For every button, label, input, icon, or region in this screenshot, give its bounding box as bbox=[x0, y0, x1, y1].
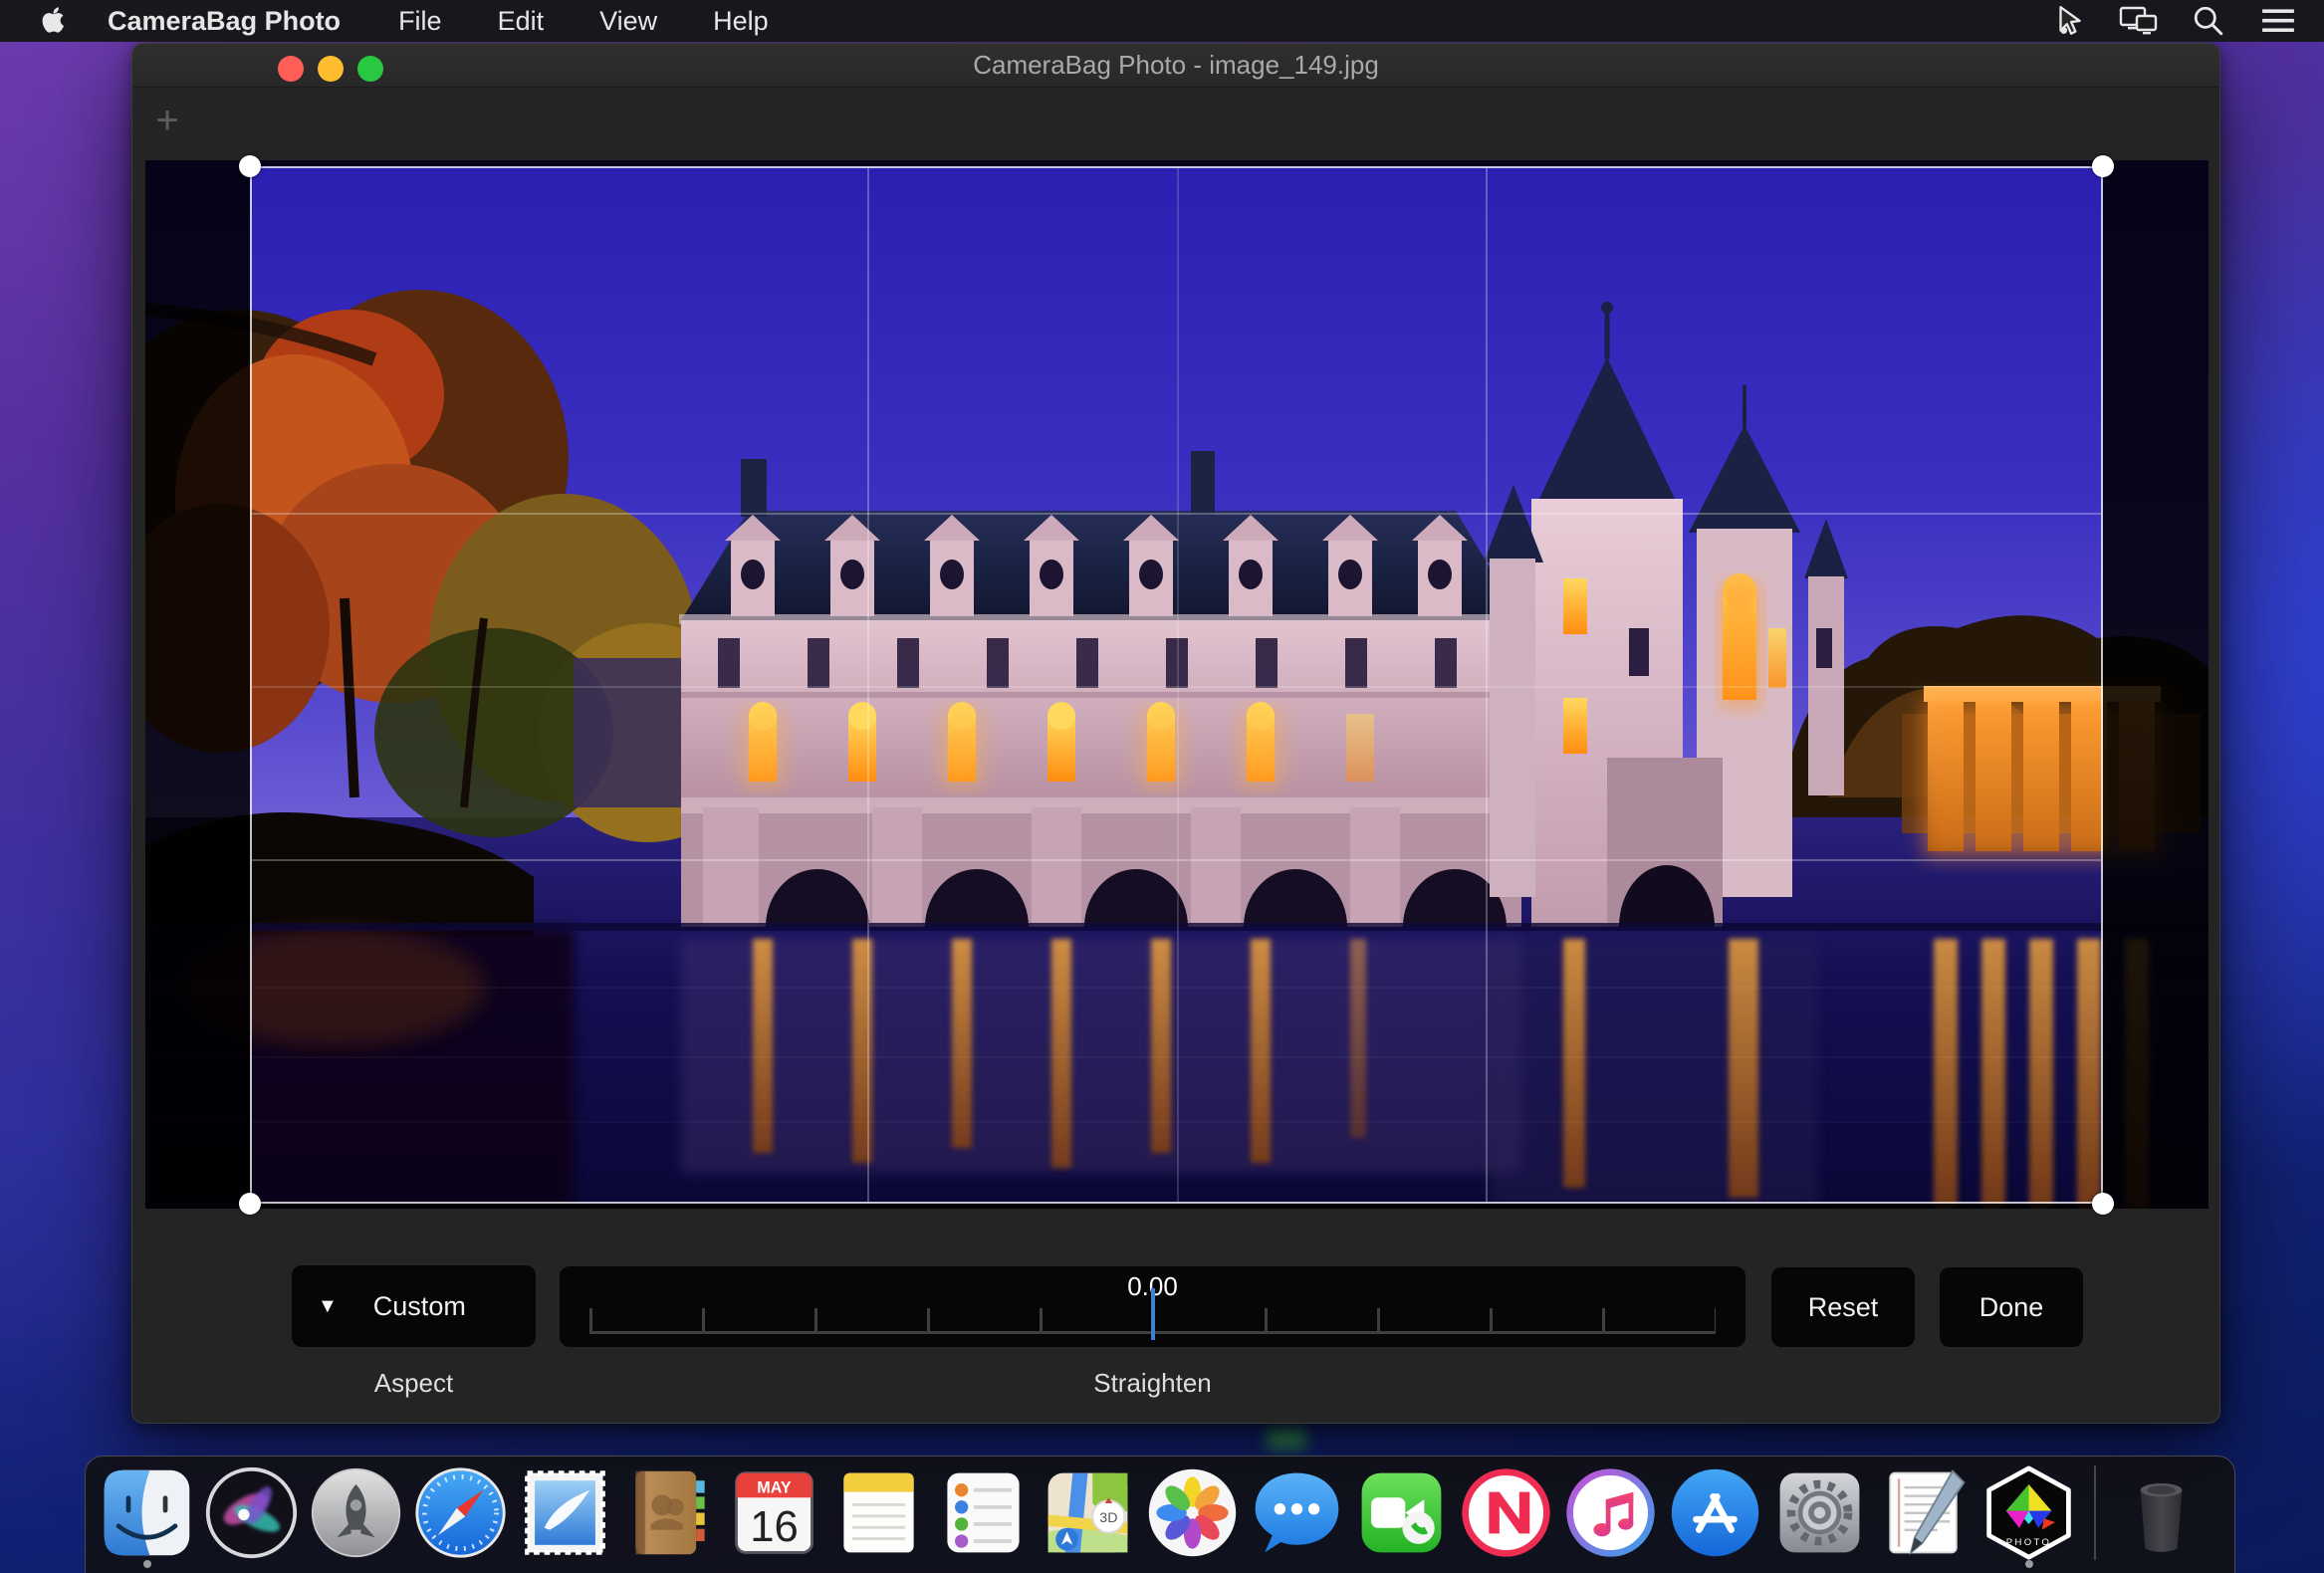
dock-item-finder[interactable] bbox=[100, 1465, 194, 1560]
itunes-icon bbox=[1563, 1465, 1658, 1560]
window-title: CameraBag Photo - image_149.jpg bbox=[973, 50, 1379, 81]
crop-handle-top-left[interactable] bbox=[239, 155, 261, 177]
crop-handle-bottom-right[interactable] bbox=[2092, 1193, 2114, 1215]
wallpaper-green-streak bbox=[1267, 1428, 1306, 1450]
add-image-button[interactable]: + bbox=[150, 106, 184, 139]
grid-line-vertical-center bbox=[1177, 168, 1179, 1202]
photo-canvas[interactable] bbox=[145, 160, 2208, 1209]
dock-item-reminders[interactable] bbox=[936, 1465, 1031, 1560]
dock-item-itunes[interactable] bbox=[1563, 1465, 1658, 1560]
camerabag-photo-icon: PHOTO bbox=[1981, 1465, 2076, 1560]
minimize-button[interactable] bbox=[318, 56, 344, 82]
dock-item-messages[interactable] bbox=[1250, 1465, 1344, 1560]
straighten-label: Straighten bbox=[560, 1368, 1745, 1399]
dock-item-mail[interactable] bbox=[518, 1465, 612, 1560]
dock-separator bbox=[2094, 1465, 2096, 1560]
textedit-icon bbox=[1877, 1465, 1972, 1560]
zoom-button[interactable] bbox=[357, 56, 383, 82]
svg-text:3D: 3D bbox=[1099, 1510, 1117, 1526]
aspect-dropdown[interactable]: ▼ Custom bbox=[292, 1265, 536, 1347]
grid-line-vertical-2 bbox=[1486, 168, 1488, 1202]
title-bar[interactable]: CameraBag Photo - image_149.jpg bbox=[132, 44, 2219, 88]
facetime-icon bbox=[1354, 1465, 1449, 1560]
notes-icon bbox=[831, 1465, 926, 1560]
menu-file[interactable]: File bbox=[370, 0, 470, 42]
launchpad-icon bbox=[309, 1465, 403, 1560]
svg-text:PHOTO: PHOTO bbox=[2006, 1537, 2051, 1548]
dock: MAY 16 3D bbox=[85, 1456, 2235, 1573]
done-button[interactable]: Done bbox=[1940, 1267, 2083, 1347]
dock-item-app-store[interactable] bbox=[1668, 1465, 1762, 1560]
mail-icon bbox=[518, 1465, 612, 1560]
menu-view[interactable]: View bbox=[572, 0, 685, 42]
dock-item-launchpad[interactable] bbox=[309, 1465, 403, 1560]
svg-text:MAY: MAY bbox=[757, 1479, 792, 1497]
aspect-label: Aspect bbox=[292, 1368, 536, 1399]
dock-item-photos[interactable] bbox=[1145, 1465, 1240, 1560]
dock-item-notes[interactable] bbox=[831, 1465, 926, 1560]
dock-item-camerabag-photo[interactable]: PHOTO bbox=[1981, 1465, 2076, 1560]
close-button[interactable] bbox=[278, 56, 304, 82]
apple-logo-icon[interactable] bbox=[32, 6, 78, 36]
crop-shade-bottom bbox=[250, 1204, 2103, 1209]
dock-item-system-preferences[interactable] bbox=[1772, 1465, 1867, 1560]
displays-icon[interactable] bbox=[2119, 3, 2159, 39]
dock-item-maps[interactable]: 3D bbox=[1041, 1465, 1135, 1560]
reset-button[interactable]: Reset bbox=[1771, 1267, 1915, 1347]
aspect-value: Custom bbox=[373, 1291, 466, 1322]
notification-center-icon[interactable] bbox=[2258, 3, 2298, 39]
spotlight-search-icon[interactable] bbox=[2189, 3, 2228, 39]
dock-item-calendar[interactable]: MAY 16 bbox=[727, 1465, 821, 1560]
app-window: CameraBag Photo - image_149.jpg + bbox=[131, 43, 2220, 1424]
cursor-icon[interactable] bbox=[2049, 3, 2089, 39]
crop-shade-left bbox=[145, 160, 250, 1209]
safari-icon bbox=[413, 1465, 508, 1560]
news-icon bbox=[1459, 1465, 1553, 1560]
menu-edit[interactable]: Edit bbox=[470, 0, 573, 42]
grid-line-horizontal-center bbox=[252, 686, 2101, 688]
dock-item-contacts[interactable] bbox=[622, 1465, 717, 1560]
crop-box[interactable] bbox=[250, 166, 2103, 1204]
menu-app-name[interactable]: CameraBag Photo bbox=[78, 6, 370, 37]
dock-item-siri[interactable] bbox=[204, 1465, 299, 1560]
system-preferences-icon bbox=[1772, 1465, 1867, 1560]
crop-handle-top-right[interactable] bbox=[2092, 155, 2114, 177]
menu-help[interactable]: Help bbox=[685, 0, 797, 42]
grid-line-horizontal-1 bbox=[252, 513, 2101, 515]
calendar-icon: MAY 16 bbox=[727, 1465, 821, 1560]
grid-line-vertical-1 bbox=[867, 168, 869, 1202]
crop-shade-right bbox=[2103, 160, 2208, 1209]
straighten-indicator[interactable] bbox=[1151, 1288, 1155, 1340]
contacts-icon bbox=[622, 1465, 717, 1560]
crop-handle-bottom-left[interactable] bbox=[239, 1193, 261, 1215]
finder-icon bbox=[100, 1465, 194, 1560]
dock-item-news[interactable] bbox=[1459, 1465, 1553, 1560]
trash-icon bbox=[2114, 1465, 2208, 1560]
app-store-icon bbox=[1668, 1465, 1762, 1560]
straighten-slider[interactable]: 0.00 bbox=[560, 1266, 1745, 1347]
dock-item-facetime[interactable] bbox=[1354, 1465, 1449, 1560]
svg-text:16: 16 bbox=[750, 1502, 799, 1551]
dock-item-safari[interactable] bbox=[413, 1465, 508, 1560]
chevron-down-icon: ▼ bbox=[318, 1295, 338, 1318]
menu-bar: CameraBag Photo File Edit View Help bbox=[0, 0, 2324, 42]
siri-icon bbox=[204, 1465, 299, 1560]
grid-line-horizontal-2 bbox=[252, 859, 2101, 861]
dock-item-textedit[interactable] bbox=[1877, 1465, 1972, 1560]
maps-icon: 3D bbox=[1041, 1465, 1135, 1560]
messages-icon bbox=[1250, 1465, 1344, 1560]
reminders-icon bbox=[936, 1465, 1031, 1560]
dock-item-trash[interactable] bbox=[2114, 1465, 2208, 1560]
photos-icon bbox=[1145, 1465, 1240, 1560]
